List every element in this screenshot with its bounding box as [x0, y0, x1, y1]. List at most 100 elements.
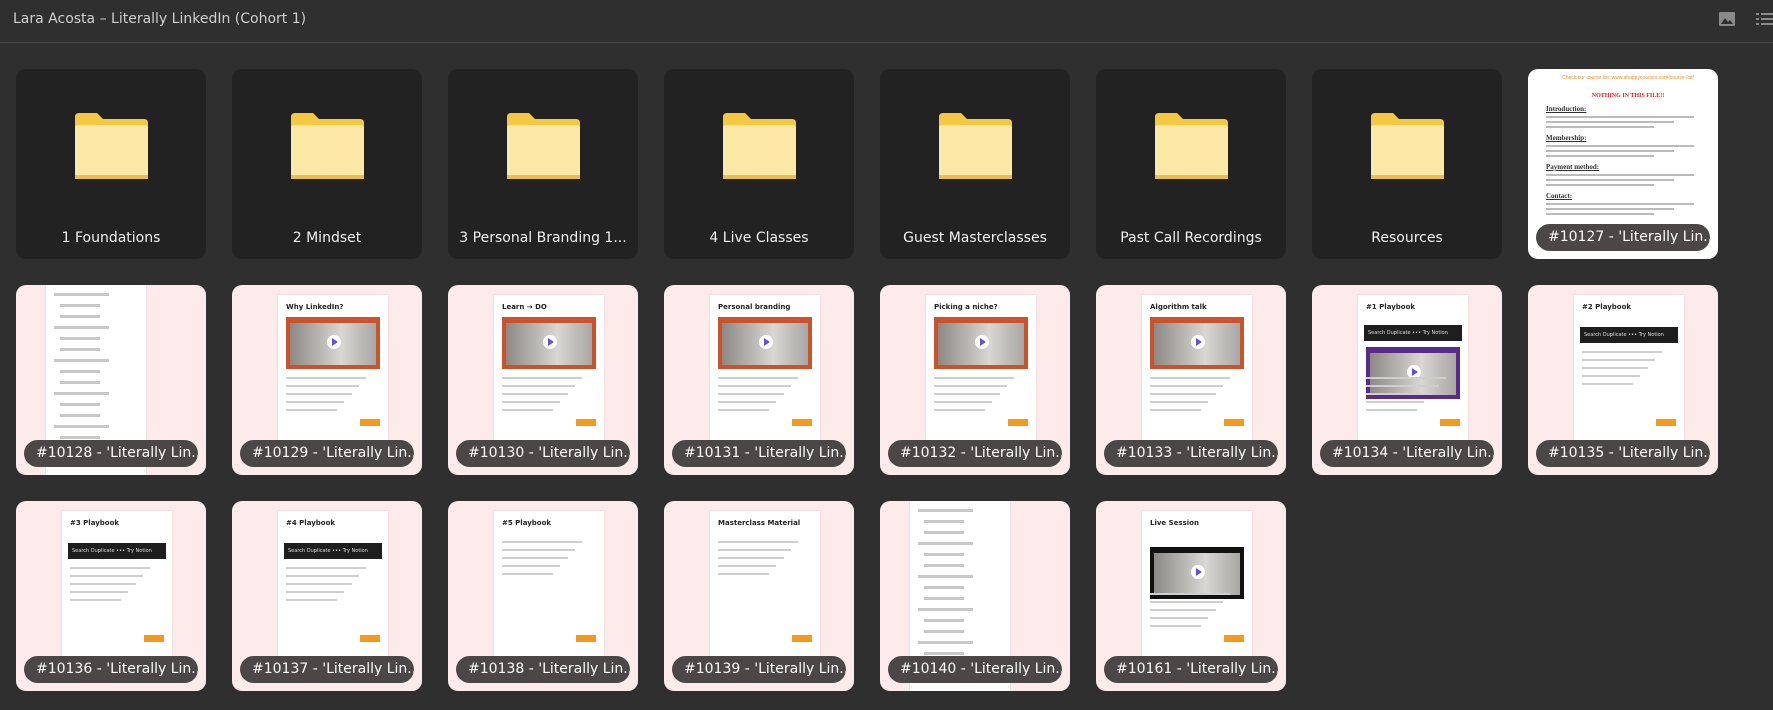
file-tile[interactable]: #5 Playbook #10138 - 'Literally Lin...	[448, 501, 638, 691]
text-line	[502, 557, 568, 559]
file-label: #10139 - 'Literally Lin...	[672, 656, 846, 683]
file-tile[interactable]: #2 Playbook Search Duplicate ••• Try Noti…	[1528, 285, 1718, 475]
text-line	[502, 573, 554, 575]
text-line	[718, 377, 798, 379]
page-preview: Personal branding	[710, 295, 820, 445]
text-line	[718, 409, 770, 411]
page-preview: #2 Playbook Search Duplicate ••• Try Noti…	[1574, 295, 1684, 445]
text-line	[718, 565, 777, 567]
file-tile[interactable]: #4 Playbook Search Duplicate ••• Try Noti…	[232, 501, 422, 691]
text-line	[502, 393, 568, 395]
folder-tile[interactable]: Resources	[1312, 69, 1502, 259]
play-icon	[1191, 335, 1205, 349]
list-line	[924, 652, 964, 655]
continue-button	[576, 635, 596, 642]
text-lines	[1366, 377, 1446, 417]
file-label: #10135 - 'Literally Lin...	[1536, 440, 1710, 467]
text-line	[502, 377, 582, 379]
text-line	[70, 567, 150, 569]
text-line	[718, 557, 784, 559]
text-line	[1366, 385, 1439, 387]
page-title: #2 Playbook	[1582, 303, 1632, 311]
list-line	[54, 326, 109, 329]
file-tile[interactable]: Check our course list: www.ahappycourses…	[1528, 69, 1718, 259]
text-line	[1366, 401, 1425, 403]
file-tile[interactable]: Why LinkedIn? #10129 - 'Literally Lin...	[232, 285, 422, 475]
play-icon	[975, 335, 989, 349]
folder-label: Resources	[1371, 230, 1443, 246]
doc-text-line	[1546, 116, 1694, 118]
file-label: #10161 - 'Literally Lin...	[1104, 656, 1278, 683]
folder-icon	[75, 113, 148, 179]
text-line	[1582, 383, 1634, 385]
play-icon	[327, 335, 341, 349]
list-line	[60, 436, 100, 439]
folder-tile[interactable]: 3 Personal Branding 1...	[448, 69, 638, 259]
file-tile[interactable]: #10128 - 'Literally Lin...	[16, 285, 206, 475]
file-label: #10138 - 'Literally Lin...	[456, 656, 630, 683]
page-title: Why LinkedIn?	[286, 303, 344, 311]
doc-text-line	[1546, 121, 1674, 123]
file-tile[interactable]: Algorithm talk #10133 - 'Literally Lin...	[1096, 285, 1286, 475]
folder-icon	[939, 113, 1012, 179]
folder-label: 1 Foundations	[61, 230, 161, 246]
text-lines	[1150, 377, 1230, 417]
text-line	[1582, 367, 1648, 369]
folder-icon	[291, 113, 364, 179]
page-preview: Algorithm talk	[1142, 295, 1252, 445]
text-line	[70, 575, 143, 577]
folder-tile[interactable]: 1 Foundations	[16, 69, 206, 259]
file-tile[interactable]: #10140 - 'Literally Lin...	[880, 501, 1070, 691]
text-line	[934, 409, 986, 411]
text-line	[934, 401, 993, 403]
folder-label: Past Call Recordings	[1120, 230, 1262, 246]
text-line	[934, 393, 1000, 395]
file-tile[interactable]: Personal branding #10131 - 'Literally Lin…	[664, 285, 854, 475]
play-icon	[759, 335, 773, 349]
image-view-icon[interactable]	[1718, 10, 1736, 28]
file-label: #10134 - 'Literally Lin...	[1320, 440, 1494, 467]
file-tile[interactable]: Learn → DO #10130 - 'Literally Lin...	[448, 285, 638, 475]
page-title: #3 Playbook	[70, 519, 120, 527]
list-line	[60, 315, 100, 318]
folder-tile[interactable]: 2 Mindset	[232, 69, 422, 259]
text-lines	[502, 377, 582, 417]
continue-button	[1224, 419, 1244, 426]
file-tile[interactable]: #1 Playbook Search Duplicate ••• Try Noti…	[1312, 285, 1502, 475]
file-tile[interactable]: Masterclass Material #10139 - 'Literally …	[664, 501, 854, 691]
file-tile[interactable]: Live Session #10161 - 'Literally Lin...	[1096, 501, 1286, 691]
page-preview: Picking a niche?	[926, 295, 1036, 445]
text-line	[286, 583, 352, 585]
text-line	[286, 575, 359, 577]
text-line	[1582, 375, 1641, 377]
doc-text-line	[1546, 150, 1674, 152]
file-label: #10140 - 'Literally Lin...	[888, 656, 1062, 683]
text-line	[1366, 393, 1432, 395]
notion-embed-bar: Search Duplicate ••• Try Notion	[1364, 325, 1462, 341]
folder-tile[interactable]: Guest Masterclasses	[880, 69, 1070, 259]
folder-tile[interactable]: Past Call Recordings	[1096, 69, 1286, 259]
file-tile[interactable]: #3 Playbook Search Duplicate ••• Try Noti…	[16, 501, 206, 691]
text-lines	[1150, 593, 1230, 633]
folder-icon	[1371, 113, 1444, 179]
page-preview: #4 Playbook Search Duplicate ••• Try Noti…	[278, 511, 388, 661]
page-title: Picking a niche?	[934, 303, 998, 311]
continue-button	[792, 419, 812, 426]
video-thumbnail	[718, 317, 812, 369]
text-line	[934, 377, 1014, 379]
page-title: Algorithm talk	[1150, 303, 1207, 311]
continue-button	[1224, 635, 1244, 642]
list-line	[60, 370, 100, 373]
document-preview: Check our course list: www.ahappycourses…	[1546, 75, 1710, 218]
file-label: #10137 - 'Literally Lin...	[240, 656, 414, 683]
text-lines	[1582, 351, 1662, 391]
list-view-icon[interactable]	[1755, 10, 1773, 28]
doc-text-line	[1546, 155, 1655, 157]
folder-icon	[723, 113, 796, 179]
text-line	[1366, 377, 1446, 379]
folder-tile[interactable]: 4 Live Classes	[664, 69, 854, 259]
text-line	[1150, 377, 1230, 379]
list-line	[924, 586, 964, 589]
file-tile[interactable]: Picking a niche? #10132 - 'Literally Lin.…	[880, 285, 1070, 475]
file-label: #10133 - 'Literally Lin...	[1104, 440, 1278, 467]
